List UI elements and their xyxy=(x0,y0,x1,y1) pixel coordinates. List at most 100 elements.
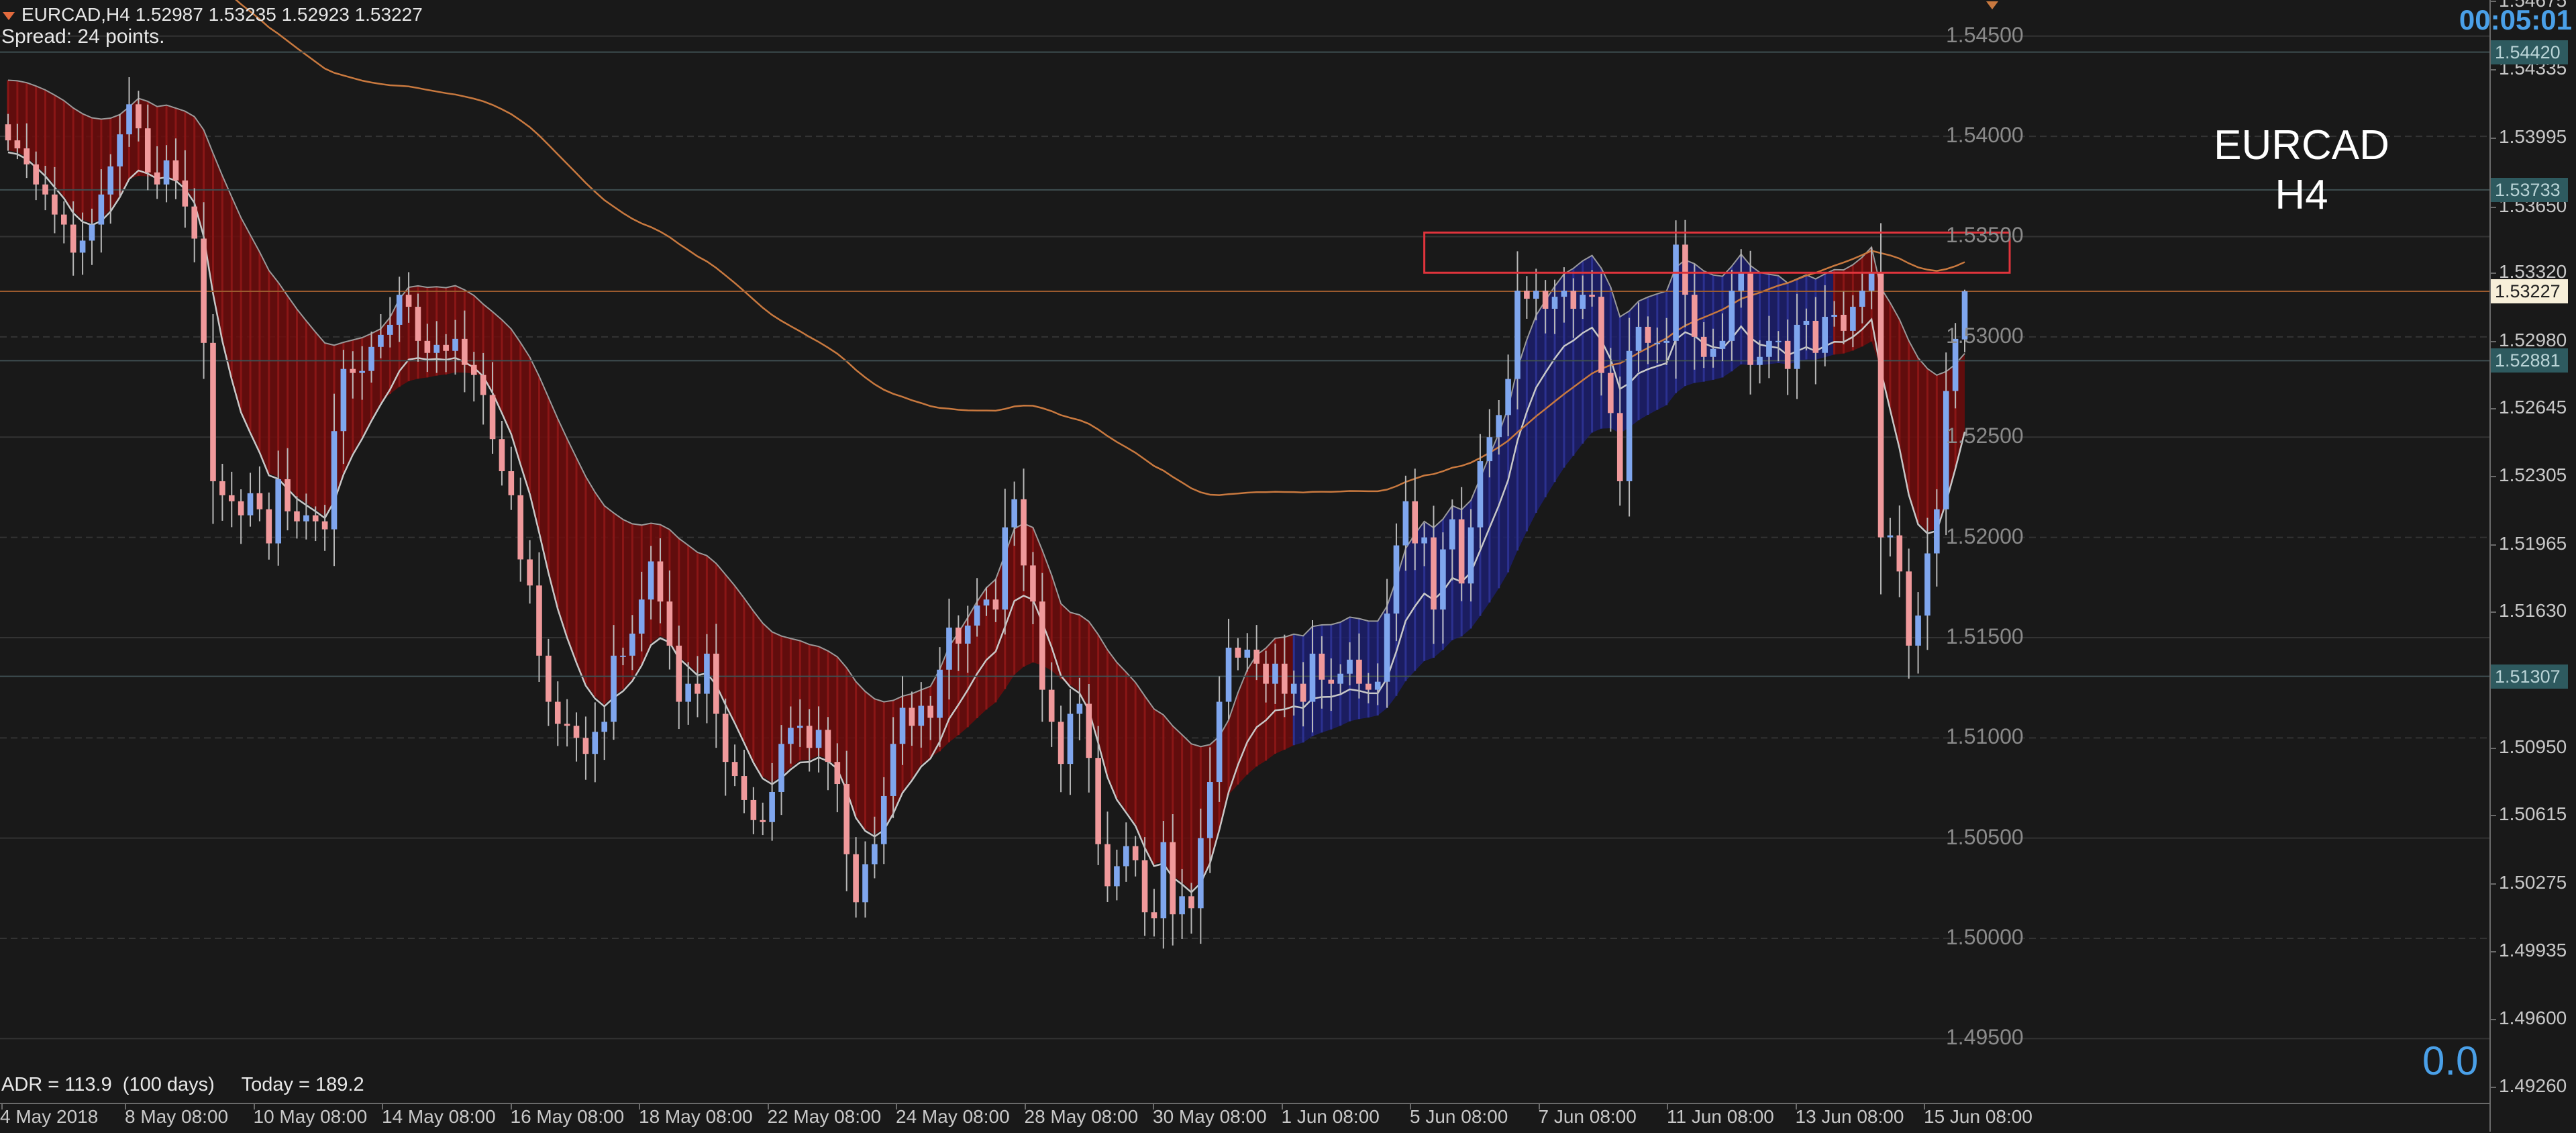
candle-body xyxy=(796,726,803,728)
candle[interactable] xyxy=(1104,811,1111,903)
candle[interactable] xyxy=(1123,822,1129,882)
price-axis[interactable] xyxy=(2489,0,2576,1132)
candle-body xyxy=(1635,326,1642,351)
price-tick-mark xyxy=(2489,407,2496,409)
cloud-segment xyxy=(54,95,64,197)
price-tick-label: 1.50950 xyxy=(2499,736,2567,758)
candle[interactable] xyxy=(228,471,235,528)
cloud-segment xyxy=(231,197,242,411)
candle-body xyxy=(136,104,142,129)
candle[interactable] xyxy=(1067,689,1074,795)
candle[interactable] xyxy=(247,473,254,527)
cloud-segment xyxy=(36,86,46,175)
candle[interactable] xyxy=(499,420,505,486)
candle-body xyxy=(1356,659,1362,684)
candle[interactable] xyxy=(312,506,319,542)
candle-body xyxy=(107,166,114,195)
price-tick-label: 1.49600 xyxy=(2499,1007,2567,1028)
price-tick-label: 1.52305 xyxy=(2499,464,2567,486)
candle[interactable] xyxy=(219,463,225,521)
candle[interactable] xyxy=(527,540,533,604)
candle[interactable] xyxy=(862,841,868,918)
cloud-segment xyxy=(306,320,316,509)
candle[interactable] xyxy=(601,707,607,760)
price-tick-mark xyxy=(2489,1,2496,3)
candle[interactable] xyxy=(256,466,263,522)
candle[interactable] xyxy=(750,787,757,834)
candle-body xyxy=(872,844,878,865)
candle[interactable] xyxy=(554,681,561,746)
candle[interactable] xyxy=(546,638,552,726)
candle-body xyxy=(172,160,179,181)
candle-body xyxy=(443,344,449,351)
candle[interactable] xyxy=(1048,662,1055,747)
candle[interactable] xyxy=(1114,849,1120,901)
candle-body xyxy=(1943,391,1949,509)
candle[interactable] xyxy=(1235,638,1241,671)
candle[interactable] xyxy=(294,496,300,539)
candle[interactable] xyxy=(722,698,729,796)
candle-body xyxy=(23,148,30,164)
cloud-segment xyxy=(1657,291,1667,410)
cloud-segment xyxy=(1237,669,1247,785)
candle[interactable] xyxy=(731,744,738,787)
cloud-segment xyxy=(1061,603,1070,685)
candle[interactable] xyxy=(685,662,691,725)
candle-body xyxy=(778,744,784,792)
candle-body xyxy=(1421,537,1427,544)
candle[interactable] xyxy=(573,712,580,762)
candle-body xyxy=(937,669,943,718)
cloud-segment xyxy=(762,623,772,783)
collapse-arrow-icon[interactable] xyxy=(3,11,15,20)
candle-body xyxy=(33,164,39,185)
candle-body xyxy=(722,713,729,762)
grid-price-label: 1.51500 xyxy=(1946,624,2024,648)
cloud-segment xyxy=(1126,672,1136,824)
candle-body xyxy=(527,559,533,586)
candle-body xyxy=(1272,663,1278,684)
candle[interactable] xyxy=(1896,505,1903,597)
candle[interactable] xyxy=(1225,618,1232,720)
candle[interactable] xyxy=(1524,276,1530,319)
candle-body xyxy=(470,364,477,375)
chart-title-text: EURCAD,H4 1.52987 1.53235 1.52923 1.5322… xyxy=(21,4,423,25)
candle[interactable] xyxy=(266,492,272,560)
candle-body xyxy=(1729,291,1735,341)
candle[interactable] xyxy=(536,552,542,682)
candle[interactable] xyxy=(1877,223,1884,595)
candle[interactable] xyxy=(853,837,859,918)
cloud-segment xyxy=(1145,695,1154,865)
candle[interactable] xyxy=(1058,705,1064,793)
candle-body xyxy=(899,707,906,744)
time-tick-label: 11 Jun 08:00 xyxy=(1667,1106,1774,1127)
candle[interactable] xyxy=(1887,518,1894,557)
candle[interactable] xyxy=(1906,548,1912,679)
time-tick-label: 30 May 08:00 xyxy=(1153,1106,1267,1127)
price-tick-mark xyxy=(2489,544,2496,546)
shift-marker-icon[interactable] xyxy=(1986,1,1998,9)
price-level-box[interactable]: 1.52881 xyxy=(2491,348,2568,373)
price-level-box[interactable]: 1.54420 xyxy=(2491,40,2568,64)
candle[interactable] xyxy=(1132,836,1139,877)
candle[interactable] xyxy=(582,716,589,780)
candle[interactable] xyxy=(1915,592,1921,674)
candle-body xyxy=(890,744,896,796)
price-level-box[interactable]: 1.53733 xyxy=(2491,177,2568,202)
price-level-box[interactable]: 1.51307 xyxy=(2491,664,2568,689)
candle[interactable] xyxy=(517,477,524,582)
candle[interactable] xyxy=(592,702,599,783)
candle[interactable] xyxy=(760,802,766,836)
candle-body xyxy=(927,705,933,718)
candle[interactable] xyxy=(238,489,244,544)
candle[interactable] xyxy=(564,699,570,747)
resistance-zone[interactable] xyxy=(1423,232,2011,274)
candle[interactable] xyxy=(741,750,748,814)
chart-area[interactable]: EURCAD,H4 1.52987 1.53235 1.52923 1.5322… xyxy=(0,0,2489,1103)
grid-price-label: 1.49500 xyxy=(1946,1025,2024,1050)
price-level-box[interactable]: 1.53227 xyxy=(2491,279,2568,304)
candle[interactable] xyxy=(1151,889,1157,937)
candle[interactable] xyxy=(210,313,216,524)
price-chart[interactable] xyxy=(0,0,2489,1103)
candle-body xyxy=(1486,437,1493,462)
candle[interactable] xyxy=(508,446,515,510)
